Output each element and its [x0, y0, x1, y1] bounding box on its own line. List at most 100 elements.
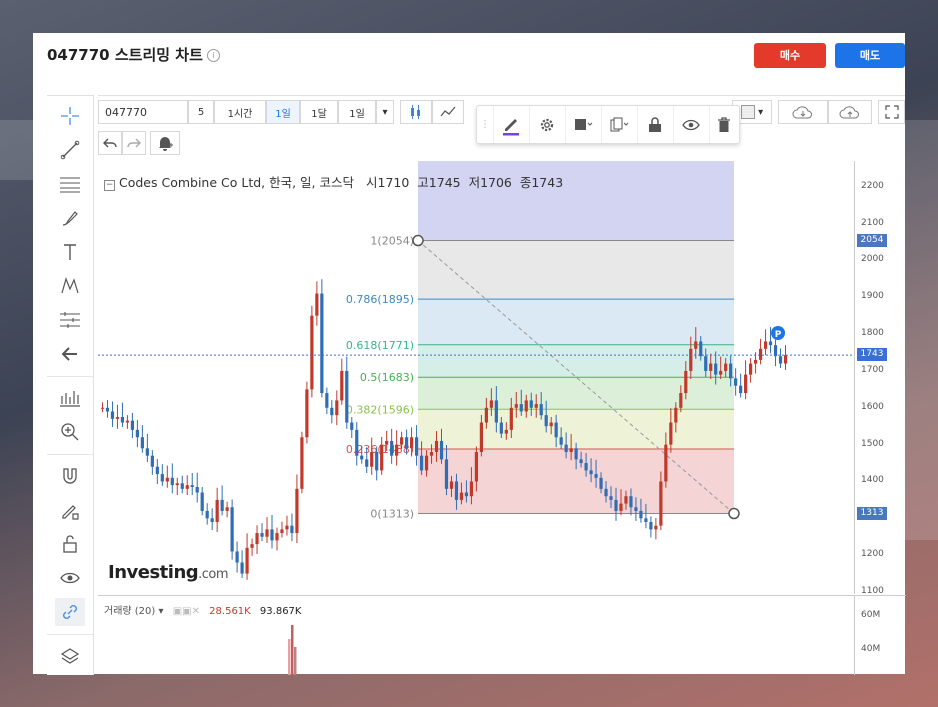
candle-body: [270, 529, 274, 541]
candle-body: [444, 459, 449, 489]
candle-body: [519, 404, 523, 412]
fib-label: 0.5(1683): [360, 371, 414, 384]
candle-body: [310, 315, 314, 390]
legend-low: 1706: [480, 175, 512, 190]
candle-body: [684, 370, 688, 394]
candle-body: [160, 474, 164, 482]
candle-body: [664, 444, 668, 482]
line-type-icon[interactable]: [432, 100, 464, 124]
cloud-download-icon[interactable]: [778, 100, 828, 124]
interval-dropdown[interactable]: ▾: [376, 100, 394, 124]
candle-body: [509, 407, 513, 430]
candle-body: [749, 363, 753, 375]
symbol-input[interactable]: 047770: [98, 100, 188, 124]
candle-body: [220, 499, 224, 511]
text-icon[interactable]: [55, 238, 85, 266]
lock-draw-icon[interactable]: [55, 496, 85, 524]
eye-icon[interactable]: [673, 106, 710, 143]
buy-button[interactable]: 매수: [754, 43, 826, 68]
zoom-icon[interactable]: [55, 418, 85, 446]
pencil-icon[interactable]: [493, 106, 530, 143]
candle-body: [175, 483, 179, 486]
price-tick: 1500: [861, 438, 884, 449]
interval-select[interactable]: 1일: [338, 100, 376, 124]
price-tick: 1600: [861, 401, 884, 412]
volume-value-1: 28.561K: [209, 606, 251, 617]
legend-close: 1743: [531, 175, 564, 190]
candle-body: [494, 400, 498, 423]
candle-body: [300, 437, 304, 489]
candle-body: [225, 507, 229, 511]
trash-icon[interactable]: [709, 106, 739, 143]
candle-body: [544, 415, 548, 427]
layers-icon[interactable]: [55, 642, 85, 670]
candle-body: [539, 404, 543, 416]
measure-icon[interactable]: [55, 306, 85, 334]
candle-body: [250, 544, 254, 548]
copy-icon[interactable]: [601, 106, 638, 143]
lock-icon[interactable]: [637, 106, 674, 143]
ruler-icon[interactable]: [55, 384, 85, 412]
candle-body: [185, 485, 189, 489]
trendline-icon[interactable]: [55, 136, 85, 164]
pattern-icon[interactable]: [55, 272, 85, 300]
fib-anchor-end: [728, 507, 740, 520]
link-icon[interactable]: [55, 598, 85, 626]
candle-body: [434, 440, 439, 452]
volume-settings-icons[interactable]: ▣▣✕: [173, 606, 200, 617]
collapse-legend-icon[interactable]: −: [104, 180, 115, 191]
gear-icon[interactable]: [529, 106, 566, 143]
undo-icon[interactable]: [98, 131, 122, 155]
price-tick: 1700: [861, 364, 884, 375]
brush-icon[interactable]: [55, 204, 85, 232]
candle-body: [100, 407, 105, 409]
magnet-icon[interactable]: [55, 462, 85, 490]
compare-button[interactable]: 5: [188, 100, 214, 124]
chart-canvas[interactable]: 1(2054) 0.786(1895) 0.618(1771) 0.5(1683) 0.…: [98, 161, 854, 594]
candle-body: [200, 492, 204, 511]
fib-label: 0.382(1596): [346, 403, 414, 416]
interval-1h-button[interactable]: 1시간: [214, 100, 266, 124]
unlock-icon[interactable]: [55, 530, 85, 558]
fullscreen-icon[interactable]: [878, 100, 905, 124]
candle-body: [400, 437, 404, 445]
volume-bar: [291, 625, 294, 675]
candle-body: [409, 437, 414, 449]
fill-icon[interactable]: [565, 106, 602, 143]
candle-body: [479, 422, 483, 452]
candle-body: [499, 422, 503, 434]
info-icon[interactable]: i: [206, 49, 220, 62]
candle-body: [778, 356, 783, 364]
eye-icon[interactable]: [55, 564, 85, 592]
candle-body: [280, 529, 284, 534]
candle-body: [255, 533, 259, 545]
candle-body: [120, 417, 125, 423]
redo-icon[interactable]: [122, 131, 146, 155]
back-arrow-icon[interactable]: [55, 340, 85, 368]
candle-body: [365, 459, 369, 467]
candle-body: [729, 363, 733, 379]
candle-body: [245, 547, 249, 574]
candle-body: [320, 293, 324, 394]
candle-body: [335, 400, 339, 416]
cloud-upload-icon[interactable]: [828, 100, 872, 124]
candle-body: [768, 341, 773, 346]
candle-body: [709, 363, 713, 371]
interval-1m-button[interactable]: 1달: [300, 100, 338, 124]
candle-type-icon[interactable]: [400, 100, 432, 124]
interval-1d-button[interactable]: 1일: [266, 100, 300, 124]
price-axis[interactable]: 2200210020001900180017001600150014001300…: [854, 161, 906, 596]
fib-icon[interactable]: [55, 170, 85, 198]
volume-axis: 60M 40M: [854, 595, 906, 675]
candle-body: [484, 407, 488, 423]
candle-body: [569, 448, 573, 452]
sell-button[interactable]: 매도: [835, 43, 905, 68]
candle-body: [714, 363, 718, 375]
alert-bell-icon[interactable]: [150, 131, 180, 155]
candle-body: [739, 385, 743, 394]
candle-body: [619, 503, 623, 511]
crosshair-icon[interactable]: [55, 102, 85, 130]
drag-handle-icon[interactable]: ⋮: [477, 106, 494, 143]
price-chart[interactable]: 1(2054) 0.786(1895) 0.618(1771) 0.5(1683) 0.…: [98, 161, 854, 594]
price-tag-top: 2054: [857, 233, 887, 247]
